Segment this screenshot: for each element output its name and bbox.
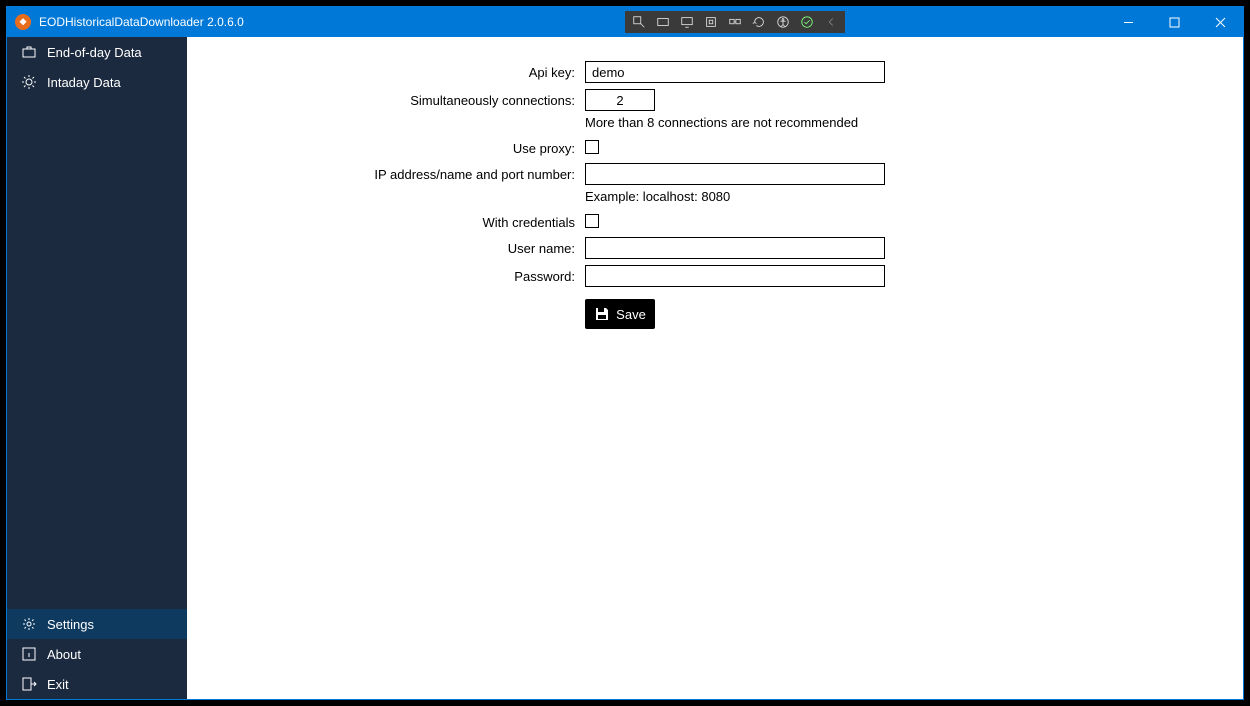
vs-toolbox — [625, 11, 845, 33]
window-controls — [1105, 7, 1243, 37]
sidebar-item-label: End-of-day Data — [47, 45, 142, 60]
toolbox-screen-icon[interactable] — [675, 12, 699, 32]
app-window: ❖ EODHistoricalDataDownloader 2.0.6.0 — [6, 6, 1244, 700]
sidebar-item-label: Intaday Data — [47, 75, 121, 90]
connections-label: Simultaneously connections: — [195, 93, 575, 108]
toolbox-rect-icon[interactable] — [651, 12, 675, 32]
toolbox-select-icon[interactable] — [627, 12, 651, 32]
gear-icon — [21, 616, 37, 632]
use-proxy-checkbox[interactable] — [585, 140, 599, 154]
username-label: User name: — [195, 241, 575, 256]
toolbox-chevron-icon[interactable] — [819, 12, 843, 32]
api-key-input[interactable] — [585, 61, 885, 83]
username-input[interactable] — [585, 237, 885, 259]
use-proxy-label: Use proxy: — [195, 141, 575, 156]
password-input[interactable] — [585, 265, 885, 287]
api-key-label: Api key: — [195, 65, 575, 80]
with-credentials-label: With credentials — [195, 215, 575, 230]
info-icon — [21, 646, 37, 662]
sidebar-item-intraday[interactable]: Intaday Data — [7, 67, 187, 97]
minimize-button[interactable] — [1105, 7, 1151, 37]
settings-form: Api key: Simultaneously connections: Mor… — [195, 61, 1235, 329]
content-pane: Api key: Simultaneously connections: Mor… — [187, 37, 1243, 699]
sidebar-item-eod[interactable]: End-of-day Data — [7, 37, 187, 67]
ip-input[interactable] — [585, 163, 885, 185]
sidebar: End-of-day Data Intaday Data Settings Ab… — [7, 37, 187, 699]
toolbox-graph-icon[interactable] — [723, 12, 747, 32]
save-icon — [594, 306, 610, 322]
toolbox-refresh-icon[interactable] — [747, 12, 771, 32]
save-button-label: Save — [616, 307, 646, 322]
close-button[interactable] — [1197, 7, 1243, 37]
maximize-button[interactable] — [1151, 7, 1197, 37]
window-title: EODHistoricalDataDownloader 2.0.6.0 — [39, 15, 244, 29]
connections-input[interactable] — [585, 89, 655, 111]
sun-icon — [21, 74, 37, 90]
sidebar-item-about[interactable]: About — [7, 639, 187, 669]
exit-icon — [21, 676, 37, 692]
ip-help: Example: localhost: 8080 — [585, 189, 1235, 204]
briefcase-icon — [21, 44, 37, 60]
sidebar-item-settings[interactable]: Settings — [7, 609, 187, 639]
password-label: Password: — [195, 269, 575, 284]
save-button[interactable]: Save — [585, 299, 655, 329]
ip-label: IP address/name and port number: — [195, 167, 575, 182]
sidebar-item-label: About — [47, 647, 81, 662]
toolbox-square-icon[interactable] — [699, 12, 723, 32]
titlebar[interactable]: ❖ EODHistoricalDataDownloader 2.0.6.0 — [7, 7, 1243, 37]
sidebar-item-label: Exit — [47, 677, 69, 692]
with-credentials-checkbox[interactable] — [585, 214, 599, 228]
sidebar-item-exit[interactable]: Exit — [7, 669, 187, 699]
toolbox-check-icon[interactable] — [795, 12, 819, 32]
sidebar-item-label: Settings — [47, 617, 94, 632]
toolbox-accessibility-icon[interactable] — [771, 12, 795, 32]
app-logo-icon: ❖ — [15, 14, 31, 30]
connections-help: More than 8 connections are not recommen… — [585, 115, 1235, 130]
